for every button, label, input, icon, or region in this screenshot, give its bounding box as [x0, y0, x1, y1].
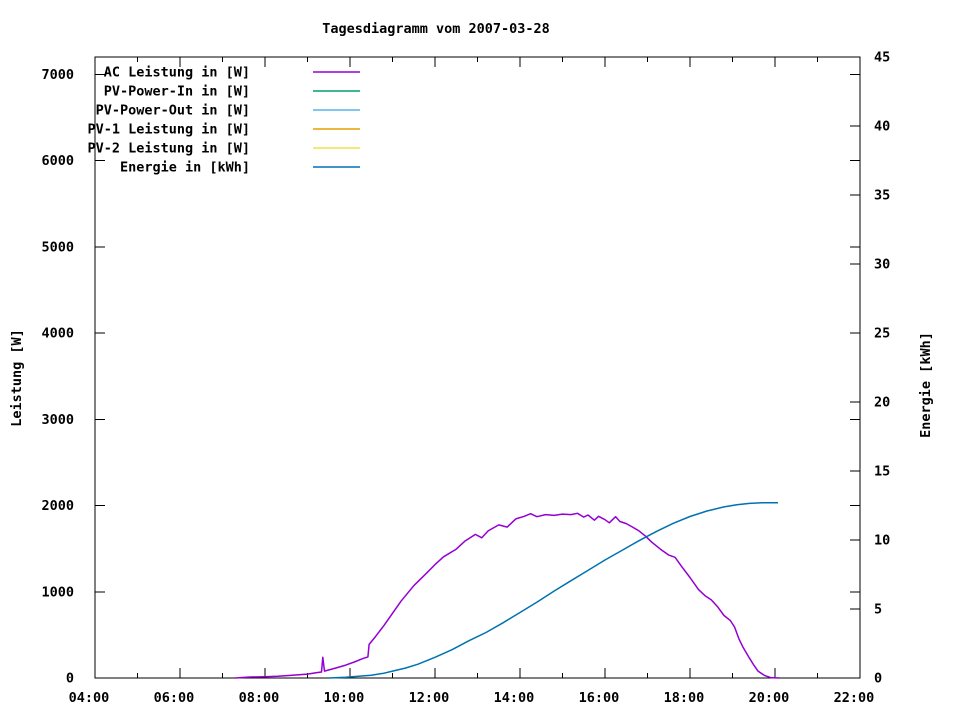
legend-item-pv-1-leistung: PV-1 Leistung in [W]: [87, 122, 360, 138]
plot-area: 04:00 06:00 08:00 10:00 12:00 14:00 16:00 18:00…: [41, 50, 890, 707]
y2-tick-label: 30: [874, 257, 890, 273]
series-lines: [235, 501, 780, 679]
y2-tick-label: 40: [874, 119, 890, 135]
legend-label-energie: Energie in [kWh]: [120, 160, 250, 176]
x-tick-label: 20:00: [749, 690, 790, 706]
legend-item-ac-leistung: AC Leistung in [W]: [104, 65, 360, 81]
legend-item-pv-power-in: PV-Power-In in [W]: [104, 84, 360, 100]
legend-item-pv-2-leistung: PV-2 Leistung in [W]: [87, 141, 360, 157]
y-tick-label: 5000: [41, 239, 74, 255]
series-ac-leistung-line: [235, 512, 780, 679]
legend: AC Leistung in [W] PV-Power-In in [W] PV-P…: [87, 65, 360, 176]
legend-label-ac-leistung: AC Leistung in [W]: [104, 65, 250, 81]
x-tick-label: 12:00: [409, 690, 450, 706]
x-tick-label: 08:00: [239, 690, 280, 706]
y2-axis-title: Energie [kWh]: [918, 332, 934, 438]
y-tick-label: 0: [66, 671, 74, 687]
x-tick-label: 04:00: [69, 690, 110, 706]
x-tick-label: 22:00: [834, 690, 875, 706]
y2-tick-label: 0: [874, 671, 882, 687]
y2-tick-label: 15: [874, 464, 890, 480]
y2-tick-label: 25: [874, 326, 890, 342]
x-tick-label: 18:00: [664, 690, 705, 706]
y2-tick-label: 10: [874, 533, 890, 549]
x-tick-label: 10:00: [324, 690, 365, 706]
y-tick-label: 2000: [41, 498, 74, 514]
x-tick-label: 06:00: [154, 690, 195, 706]
y-tick-label: 4000: [41, 326, 74, 342]
legend-label-pv-power-out: PV-Power-Out in [W]: [96, 103, 250, 119]
y2-tick-label: 5: [874, 602, 882, 618]
legend-label-pv-1-leistung: PV-1 Leistung in [W]: [87, 122, 250, 138]
legend-item-pv-power-out: PV-Power-Out in [W]: [96, 103, 360, 119]
legend-label-pv-power-in: PV-Power-In in [W]: [104, 84, 250, 100]
legend-item-energie: Energie in [kWh]: [120, 160, 360, 176]
y-tick-label: 6000: [41, 153, 74, 169]
x-tick-label: 14:00: [494, 690, 535, 706]
chart-title: Tagesdiagramm vom 2007-03-28: [322, 21, 550, 37]
y-tick-label: 7000: [41, 67, 74, 83]
y-tick-label: 3000: [41, 412, 74, 428]
series-energie-line: [328, 501, 778, 679]
legend-label-pv-2-leistung: PV-2 Leistung in [W]: [87, 141, 250, 157]
y-axis-title: Leistung [W]: [9, 329, 25, 427]
y2-tick-label: 45: [874, 50, 890, 66]
y2-tick-label: 35: [874, 188, 890, 204]
y2-tick-label: 20: [874, 395, 890, 411]
x-tick-label: 16:00: [579, 690, 620, 706]
y-tick-label: 1000: [41, 584, 74, 600]
